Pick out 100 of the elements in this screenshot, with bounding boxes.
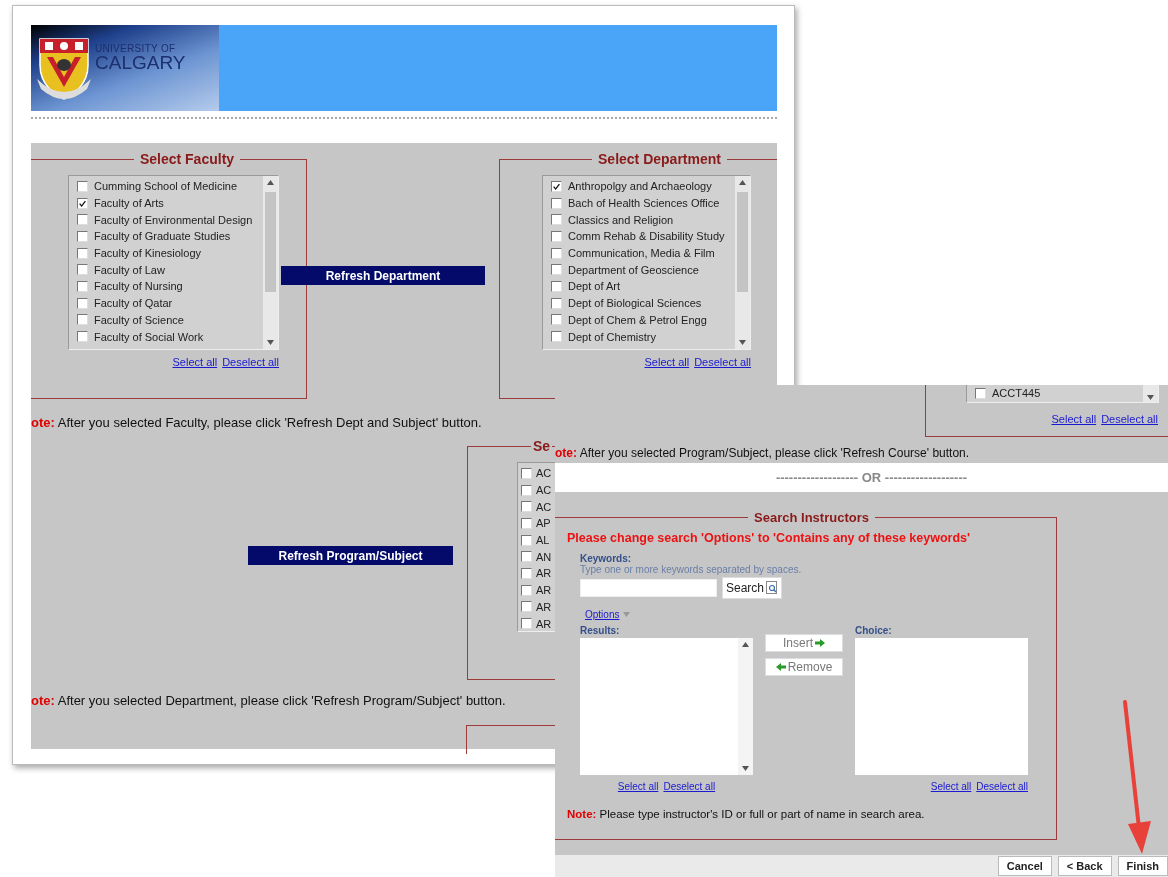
arrow-right-icon [815,639,825,647]
list-item-label: Communication, Media & Film [568,247,715,260]
scrollbar[interactable] [263,176,278,349]
wizard-button[interactable]: Cancel [997,856,1052,876]
field-label: Choice: [855,625,893,636]
list-item-label: Faculty of Arts [94,197,164,210]
scroll-up-icon[interactable] [742,642,749,647]
scroll-up-icon[interactable] [267,180,274,185]
list-item-label: Dept of Chem & Petrol Engg [568,313,707,326]
checkbox[interactable] [77,297,88,309]
list-item-label: Faculty of Environmental Design [94,213,253,226]
scroll-down-icon[interactable] [267,340,274,345]
list-item-label: AC [536,500,552,513]
checkbox[interactable] [551,180,562,192]
checkbox[interactable] [551,197,562,209]
list-action-link[interactable]: Select all [617,781,659,792]
checkbox[interactable] [551,297,562,309]
or-separator: ------------------- OR ------------------- [775,470,968,485]
list-action-link[interactable]: Deselect all [976,781,1028,792]
checkbox[interactable] [77,247,88,259]
scroll-down-icon[interactable] [1147,395,1154,400]
list-item-label: Department of Geoscience [568,263,699,276]
list-action-link[interactable]: Deselect all [1101,413,1158,425]
list-action-link[interactable]: Select all [1051,413,1097,425]
checkbox[interactable] [521,567,532,579]
section-title: Search Instructors [753,510,870,525]
note-text: ote: After you selected Department, please click 'Refresh Program/Subject' button. [31,693,507,708]
search-button[interactable]: Search [722,577,783,599]
checkbox[interactable] [551,280,562,292]
checkbox[interactable] [521,467,532,479]
checkbox[interactable] [551,247,562,259]
refresh-department-button[interactable]: Refresh Department [281,266,485,285]
list-item-label: Faculty of Nursing [94,280,183,293]
wizard-button[interactable]: Finish [1117,856,1168,876]
list-item-label: AR [536,600,552,613]
chevron-down-icon [623,612,631,617]
crest-drawing [37,35,91,101]
list-item-label: Dept of Art [568,280,620,293]
list-item-label: AR [536,617,552,630]
list-item-label: AC [536,467,552,480]
keywords-input[interactable] [580,579,717,597]
options-link[interactable]: Options [585,609,620,620]
section-title: Se [532,438,552,454]
list-action-link[interactable]: Deselect all [222,356,279,368]
note-text: ote: After you selected Program/Subject, please click 'Refresh Course' button. [555,446,971,460]
checkbox[interactable] [521,484,532,496]
checkbox[interactable] [77,180,88,192]
field-label: Results: [580,625,621,636]
checkbox[interactable] [77,230,88,242]
checkbox[interactable] [521,584,532,596]
checkbox[interactable] [521,618,532,630]
insert-button[interactable]: Insert [765,634,843,652]
checkbox[interactable] [77,314,88,326]
list-item-label: AL [536,534,550,547]
refresh-program-button[interactable]: Refresh Program/Subject [248,546,453,565]
checkbox[interactable] [77,197,88,209]
logo-text: CALGARY [95,53,186,72]
checkbox[interactable] [77,331,88,343]
list-item-label: ACCT445 [992,387,1041,400]
list-item-label: Faculty of Graduate Studies [94,230,231,243]
list-item-label: Cumming School of Medicine [94,180,238,193]
checkbox[interactable] [551,214,562,226]
list-action-link[interactable]: Deselect all [694,356,751,368]
list-item-label: Faculty of Qatar [94,297,173,310]
note-text: Note: Please type instructor's ID or full or part of name in search area. [567,808,926,820]
checkbox[interactable] [77,214,88,226]
checkbox[interactable] [521,501,532,513]
scroll-down-icon[interactable] [739,340,746,345]
list-item-label: AR [536,584,552,597]
checkbox[interactable] [521,551,532,563]
scrollbar[interactable] [735,176,750,349]
list-item-label: AC [536,484,552,497]
checkbox[interactable] [77,280,88,292]
scroll-up-icon[interactable] [739,180,746,185]
list-action-link[interactable]: Select all [172,356,218,368]
checkbox[interactable] [551,314,562,326]
checkbox[interactable] [521,517,532,529]
scrollbar[interactable] [738,638,753,775]
list-action-link[interactable]: Select all [644,356,690,368]
field-hint: Type one or more keywords separated by spaces. [580,564,803,575]
list-item-label: Dept of Biological Sciences [568,297,702,310]
checkbox[interactable] [521,534,532,546]
checkbox[interactable] [551,331,562,343]
list-item-label: AN [536,550,552,563]
list-action-link[interactable]: Select all [930,781,972,792]
section-title: Select Faculty [138,151,236,167]
checkbox[interactable] [521,601,532,613]
field-label: Keywords: [580,553,633,564]
section-title: Select Department [597,151,722,167]
remove-button[interactable]: Remove [765,658,843,676]
wizard-button[interactable]: < Back [1057,856,1112,876]
note-text: ote: After you selected Faculty, please click 'Refresh Dept and Subject' button. [31,415,483,430]
scrollbar[interactable] [1143,385,1158,402]
checkbox[interactable] [551,230,562,242]
list-item-label: AR [536,567,552,580]
checkbox[interactable] [975,387,986,399]
list-item-label: AP [536,517,551,530]
checkbox[interactable] [551,264,562,276]
list-action-link[interactable]: Deselect all [663,781,716,792]
checkbox[interactable] [77,264,88,276]
